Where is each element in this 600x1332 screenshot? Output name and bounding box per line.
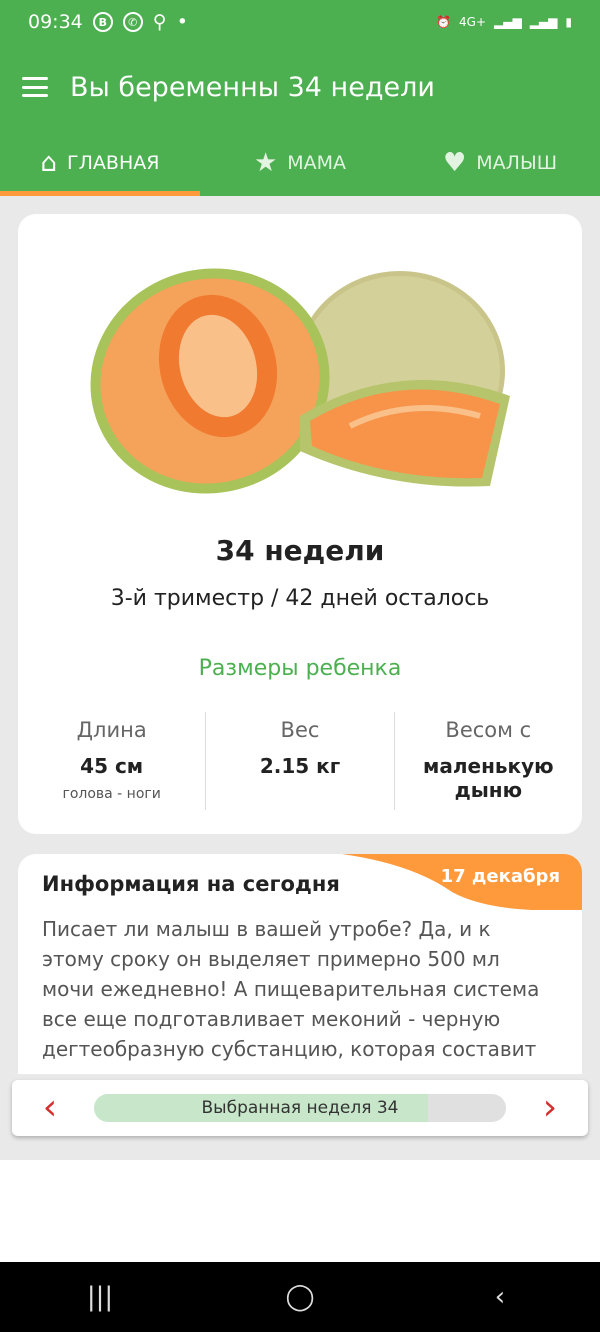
info-title: Информация на сегодня	[42, 872, 340, 896]
notification-dot-icon: •	[176, 11, 188, 33]
trimester-text: 3-й триместр / 42 дней осталось	[110, 586, 490, 611]
stat-label: Вес	[280, 718, 320, 742]
chevron-left-icon[interactable]: ‹	[30, 1090, 70, 1126]
tab-mama-label: МАМА	[287, 152, 347, 174]
week-heading: 34 недели	[215, 534, 385, 567]
info-text: Писает ли малыш в вашей утробе? Да, и к …	[42, 917, 540, 1061]
stat-label: Весом с	[445, 718, 532, 742]
system-nav-bar: ||| ◯ ‹	[0, 1262, 600, 1332]
stat-label: Длина	[76, 718, 147, 742]
tab-home[interactable]: ⌂ ГЛАВНАЯ	[0, 130, 200, 196]
info-card: 17 декабря Информация на сегодня Писает …	[18, 854, 582, 1074]
stat-value: маленькую дыню	[423, 754, 554, 802]
viber-icon: ✆	[122, 12, 143, 32]
network-icon: 4G+	[459, 15, 487, 29]
stat-value: 45 см	[80, 754, 144, 778]
star-icon: ★	[253, 148, 278, 178]
tab-bar: ⌂ ГЛАВНАЯ ★ МАМА ♥ МАЛЫШ	[0, 130, 600, 196]
melon-image	[90, 268, 510, 494]
app-bar: Вы беременны 34 недели	[0, 44, 600, 130]
tab-baby[interactable]: ♥ МАЛЫШ	[400, 130, 600, 196]
stat-size-comparison: Весом с маленькую дыню	[393, 712, 582, 810]
recent-apps-icon[interactable]: |||	[70, 1282, 130, 1312]
b-icon: B	[92, 12, 113, 32]
week-card: 34 недели 3-й триместр / 42 дней осталос…	[18, 214, 582, 834]
stat-value: 2.15 кг	[259, 754, 341, 778]
page-title: Вы беременны 34 недели	[70, 71, 435, 103]
week-progress-bar[interactable]: Выбранная неделя 34	[94, 1094, 506, 1122]
stat-length: Длина 45 см голова - ноги	[18, 712, 205, 810]
date-badge: 17 декабря	[440, 866, 560, 887]
status-time: 09:34	[28, 11, 83, 33]
battery-icon: ▮	[565, 15, 572, 29]
baby-sizes-title: Размеры ребенка	[198, 656, 402, 681]
back-icon[interactable]: ‹	[470, 1282, 530, 1312]
week-progress-label: Выбранная неделя 34	[201, 1098, 399, 1118]
signal-icon: ▂▄▆	[494, 15, 522, 29]
main-content: 34 недели 3-й триместр / 42 дней осталос…	[0, 196, 600, 1160]
tab-baby-label: МАЛЫШ	[476, 152, 558, 174]
heart-icon: ♥	[442, 148, 467, 178]
alarm-icon: ⏰	[436, 15, 452, 29]
stat-sub: голова - ноги	[62, 786, 161, 802]
home-button-icon[interactable]: ◯	[270, 1282, 330, 1312]
status-bar: 09:34 B ✆ ⚲ • ⏰ 4G+ ▂▄▆ ▂▄▆ ▮	[0, 0, 600, 44]
stat-weight: Вес 2.15 кг	[205, 712, 393, 810]
week-navigator: ‹ Выбранная неделя 34 ›	[12, 1080, 588, 1136]
signal-icon-2: ▂▄▆	[529, 15, 558, 29]
baby-stats: Длина 45 см голова - ноги Вес 2.15 кг Ве…	[18, 712, 582, 810]
menu-icon[interactable]	[22, 77, 48, 97]
tab-home-label: ГЛАВНАЯ	[67, 152, 160, 174]
chevron-right-icon[interactable]: ›	[530, 1090, 570, 1126]
tab-mama[interactable]: ★ МАМА	[200, 130, 400, 196]
home-icon: ⌂	[40, 148, 58, 178]
search-icon: ⚲	[152, 11, 167, 33]
